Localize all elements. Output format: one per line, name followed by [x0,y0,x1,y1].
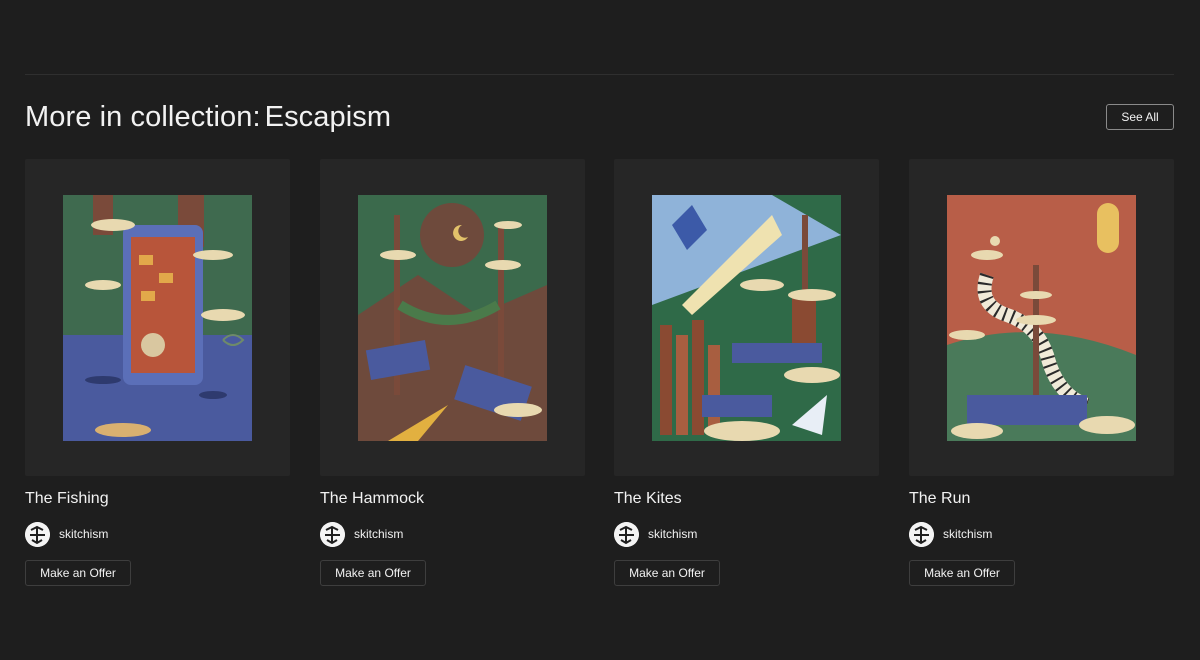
make-offer-button[interactable]: Make an Offer [909,560,1015,586]
artwork-title[interactable]: The Fishing [25,489,109,509]
artwork-image-the-fishing [63,195,252,441]
creator-name: skitchism [59,527,109,541]
section-header: More in collection: Escapism See All [25,99,1174,135]
collection-name[interactable]: Escapism [265,101,392,133]
artwork-card: The Kites skitchism Make an Offer [614,159,879,586]
creator-avatar [25,521,50,547]
section-divider [25,74,1174,75]
section-title: More in collection: Escapism [25,99,391,135]
creator-name: skitchism [354,527,404,541]
artwork-frame[interactable] [909,159,1174,476]
artwork-card: The Run skitchism Make an Offer [909,159,1174,586]
creator-name: skitchism [943,527,993,541]
artwork-frame[interactable] [25,159,290,476]
creator-avatar [614,521,639,547]
artwork-title[interactable]: The Run [909,489,970,509]
artwork-card: The Fishing skitchism Make an Offer [25,159,290,586]
artwork-frame[interactable] [320,159,585,476]
creator-link[interactable]: skitchism [320,521,403,547]
section-title-prefix: More in collection: [25,101,261,133]
see-all-button[interactable]: See All [1106,104,1174,130]
make-offer-button[interactable]: Make an Offer [614,560,720,586]
artwork-image-the-run [947,195,1136,441]
creator-link[interactable]: skitchism [614,521,697,547]
creator-name: skitchism [648,527,698,541]
creator-link[interactable]: skitchism [25,521,108,547]
creator-avatar [320,521,345,547]
artwork-image-the-hammock [358,195,547,441]
artwork-frame[interactable] [614,159,879,476]
artwork-title[interactable]: The Hammock [320,489,424,509]
artwork-image-the-kites [652,195,841,441]
make-offer-button[interactable]: Make an Offer [320,560,426,586]
artwork-card: The Hammock skitchism Make an Offer [320,159,585,586]
creator-avatar [909,521,934,547]
artwork-title[interactable]: The Kites [614,489,682,509]
creator-link[interactable]: skitchism [909,521,992,547]
make-offer-button[interactable]: Make an Offer [25,560,131,586]
